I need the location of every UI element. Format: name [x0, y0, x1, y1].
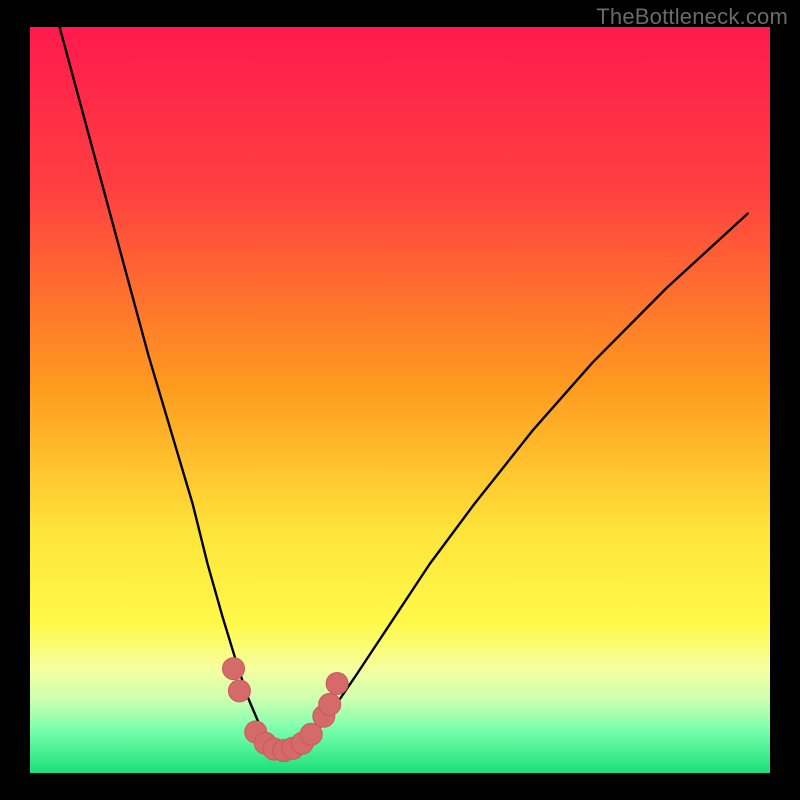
chart-frame: TheBottleneck.com [0, 0, 800, 800]
watermark-text: TheBottleneck.com [596, 4, 788, 30]
curve-marker [319, 693, 341, 715]
chart-svg [30, 27, 770, 773]
chart-plot-area [30, 27, 770, 773]
curve-marker [223, 658, 245, 680]
curve-marker [326, 673, 348, 695]
curve-marker [228, 680, 250, 702]
